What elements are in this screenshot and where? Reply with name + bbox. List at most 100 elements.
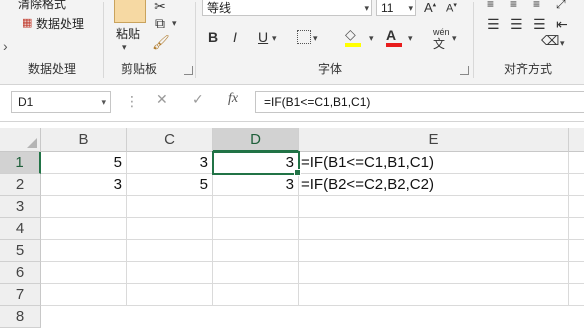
cell-f2[interactable] [569, 174, 584, 196]
row-header-4[interactable]: 4 [0, 218, 41, 240]
row-header-3[interactable]: 3 [0, 196, 41, 218]
align-top-icon[interactable]: ≡ [487, 0, 494, 11]
bold-button[interactable]: B [208, 29, 218, 45]
align-middle-icon[interactable]: ≡ [510, 0, 517, 11]
cell-c3[interactable] [127, 196, 213, 218]
column-header-f[interactable]: F [569, 128, 584, 152]
cell-b1[interactable]: 5 [41, 152, 127, 174]
shrink-font-icon[interactable]: A▾ [446, 1, 457, 15]
cell-d2[interactable]: 3 [213, 174, 299, 196]
ribbon-scroll-arrow-icon[interactable]: › [3, 38, 8, 54]
align-bottom-icon[interactable]: ≡ [533, 0, 540, 11]
name-box[interactable]: D1 ▾ [11, 91, 111, 113]
fill-handle[interactable] [294, 169, 301, 176]
row-header-1[interactable]: 1 [0, 152, 41, 174]
cell-f6[interactable] [569, 262, 584, 284]
font-name-combo[interactable]: 等线 ▾ [202, 0, 372, 16]
copy-icon[interactable]: ⧉ [152, 15, 168, 32]
ribbon-divider [473, 2, 474, 78]
chevron-down-icon[interactable]: ▾ [101, 92, 106, 112]
cell-d6[interactable] [213, 262, 299, 284]
row-header-2[interactable]: 2 [0, 174, 41, 196]
chevron-down-icon[interactable]: ▾ [452, 33, 457, 44]
font-size-combo[interactable]: 11 ▾ [376, 0, 416, 16]
row-header-8[interactable]: 8 [0, 306, 41, 328]
cell-b5[interactable] [41, 240, 127, 262]
row-header-7[interactable]: 7 [0, 284, 41, 306]
cell-c4[interactable] [127, 218, 213, 240]
cell-d5[interactable] [213, 240, 299, 262]
font-color-swatch [386, 43, 402, 47]
column-header-c[interactable]: C [127, 128, 213, 152]
font-color-icon[interactable]: A [386, 27, 396, 43]
cell-d3[interactable] [213, 196, 299, 218]
insert-function-button[interactable]: fx [228, 91, 238, 107]
cell-e6[interactable] [299, 262, 569, 284]
cell-b3[interactable] [41, 196, 127, 218]
cell-d4[interactable] [213, 218, 299, 240]
phonetic-guide-icon[interactable]: 文 [433, 35, 445, 52]
align-center-icon[interactable]: ☰ [510, 16, 523, 33]
cut-icon[interactable]: ✂ [152, 0, 168, 15]
chevron-down-icon[interactable]: ▾ [408, 33, 413, 44]
copy-dropdown-icon[interactable]: ▾ [172, 18, 177, 29]
cell-c7[interactable] [127, 284, 213, 306]
cell-d7[interactable] [213, 284, 299, 306]
paste-button[interactable]: 粘贴 [116, 25, 140, 42]
row-header-6[interactable]: 6 [0, 262, 41, 284]
cell-e7[interactable] [299, 284, 569, 306]
cell-b4[interactable] [41, 218, 127, 240]
border-icon[interactable] [297, 30, 311, 44]
cell-e4[interactable] [299, 218, 569, 240]
cell-f1[interactable] [569, 152, 584, 174]
cell-e1[interactable]: =IF(B1<=C1,B1,C1) [299, 152, 569, 174]
fill-color-icon[interactable]: ◇ [345, 26, 356, 43]
underline-button[interactable]: U [258, 29, 268, 45]
grow-font-icon[interactable]: A▴ [424, 0, 436, 15]
ribbon-divider [103, 2, 104, 78]
chevron-down-icon[interactable]: ▾ [369, 33, 374, 44]
cell-f3[interactable] [569, 196, 584, 218]
row-header-5[interactable]: 5 [0, 240, 41, 262]
cell-f4[interactable] [569, 218, 584, 240]
paste-icon[interactable] [114, 0, 146, 23]
format-painter-icon[interactable]: 🖌 [152, 34, 170, 51]
select-all-button[interactable] [0, 128, 41, 152]
chevron-down-icon[interactable]: ▾ [272, 33, 277, 44]
cell-f7[interactable] [569, 284, 584, 306]
align-right-icon[interactable]: ☰ [533, 16, 546, 33]
chevron-down-icon[interactable]: ▾ [408, 0, 413, 17]
cell-c6[interactable] [127, 262, 213, 284]
enter-icon[interactable]: ✓ [192, 91, 204, 108]
orientation-icon[interactable]: ⤢ [556, 0, 566, 12]
clear-format-icon[interactable]: ⌫ [541, 33, 559, 49]
formula-input[interactable]: =IF(B1<=C1,B1,C1) [255, 91, 584, 113]
cancel-icon[interactable]: ✕ [156, 91, 168, 108]
italic-button[interactable]: I [233, 29, 237, 45]
decrease-indent-icon[interactable]: ⇤ [556, 16, 568, 33]
column-header-e[interactable]: E [299, 128, 569, 152]
cell-b2[interactable]: 3 [41, 174, 127, 196]
paste-dropdown-icon[interactable]: ▾ [122, 42, 127, 53]
align-left-icon[interactable]: ☰ [487, 16, 500, 33]
cell-c1[interactable]: 3 [127, 152, 213, 174]
cell-e5[interactable] [299, 240, 569, 262]
cell-c5[interactable] [127, 240, 213, 262]
cell-e2[interactable]: =IF(B2<=C2,B2,C2) [299, 174, 569, 196]
formula-bar-grip-icon[interactable]: ⋮ [125, 93, 139, 110]
chevron-down-icon[interactable]: ▾ [560, 38, 565, 49]
cell-b6[interactable] [41, 262, 127, 284]
ribbon-divider [195, 2, 196, 78]
font-launcher-icon[interactable] [460, 66, 469, 75]
cell-f5[interactable] [569, 240, 584, 262]
cell-e3[interactable] [299, 196, 569, 218]
chevron-down-icon[interactable]: ▾ [313, 33, 318, 44]
data-process-button[interactable]: 数据处理 [36, 15, 84, 32]
chevron-down-icon[interactable]: ▾ [364, 0, 369, 17]
column-header-d[interactable]: D [213, 128, 299, 152]
column-header-b[interactable]: B [41, 128, 127, 152]
cell-b7[interactable] [41, 284, 127, 306]
clipboard-launcher-icon[interactable] [184, 66, 193, 75]
clear-format-button[interactable]: 清除格式 [18, 0, 66, 12]
cell-c2[interactable]: 5 [127, 174, 213, 196]
